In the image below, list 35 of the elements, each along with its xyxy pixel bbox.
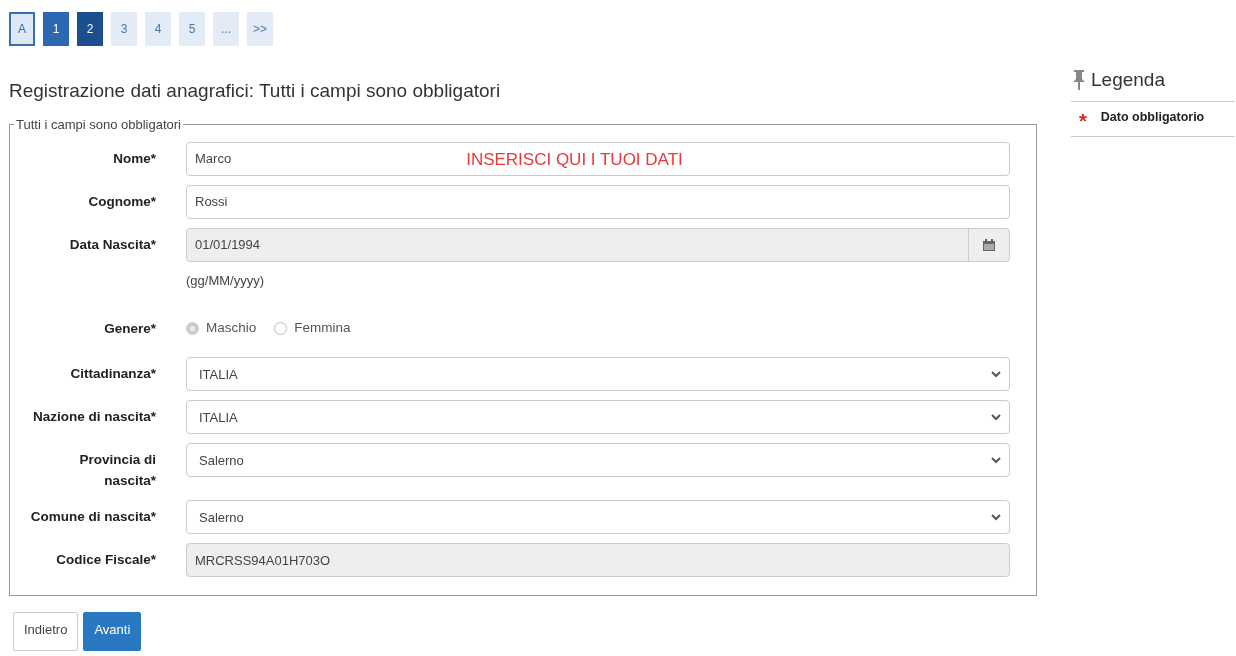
- page-link[interactable]: 5: [179, 12, 205, 46]
- page-title: Registrazione dati anagrafici: Tutti i campi sono obbligatori: [9, 80, 502, 103]
- chevron-icon: [991, 456, 1001, 464]
- page-link[interactable]: >>: [247, 12, 273, 46]
- field-label: Genere*: [103, 320, 157, 339]
- input-field[interactable]: Rossi: [186, 184, 1010, 219]
- field-label: Comune di nascita*: [29, 508, 157, 527]
- pin-icon: [1071, 70, 1087, 91]
- field-label: Cittadinanza*: [69, 365, 157, 384]
- page-link[interactable]: 4: [145, 12, 171, 46]
- legend-label: Dato obbligatorio: [1100, 108, 1205, 126]
- format-hint: (gg/MM/yyyy): [186, 271, 265, 290]
- select-field[interactable]: ITALIA: [186, 400, 1010, 435]
- page-link[interactable]: 2: [77, 12, 103, 46]
- legend-title: Legenda: [1091, 68, 1165, 92]
- annotation-text: INSERISCI QUI I TUOI DATI: [466, 148, 683, 171]
- chevron-icon: [991, 513, 1001, 521]
- field-label: Cognome*: [87, 192, 157, 211]
- select-field[interactable]: Salerno: [186, 500, 1010, 535]
- back-button[interactable]: Indietro: [13, 612, 79, 651]
- page-link[interactable]: 1: [43, 12, 69, 46]
- page-link[interactable]: ...: [213, 12, 239, 46]
- chevron-icon: [991, 413, 1001, 421]
- chevron-icon: [991, 370, 1001, 378]
- select-field[interactable]: ITALIA: [186, 357, 1010, 392]
- asterisk-symbol: *: [1079, 108, 1087, 127]
- field-label: Nome*: [112, 149, 157, 168]
- field-label: Data Nascita*: [68, 235, 157, 254]
- field-label: Provincia di nascita*: [78, 451, 157, 491]
- page-link[interactable]: 3: [111, 12, 137, 46]
- select-field[interactable]: Salerno: [186, 443, 1010, 478]
- page-link[interactable]: A: [9, 12, 35, 46]
- next-button[interactable]: Avanti: [83, 612, 142, 651]
- field-label: Nazione di nascita*: [31, 408, 157, 427]
- field-label: Codice Fiscale*: [55, 551, 157, 570]
